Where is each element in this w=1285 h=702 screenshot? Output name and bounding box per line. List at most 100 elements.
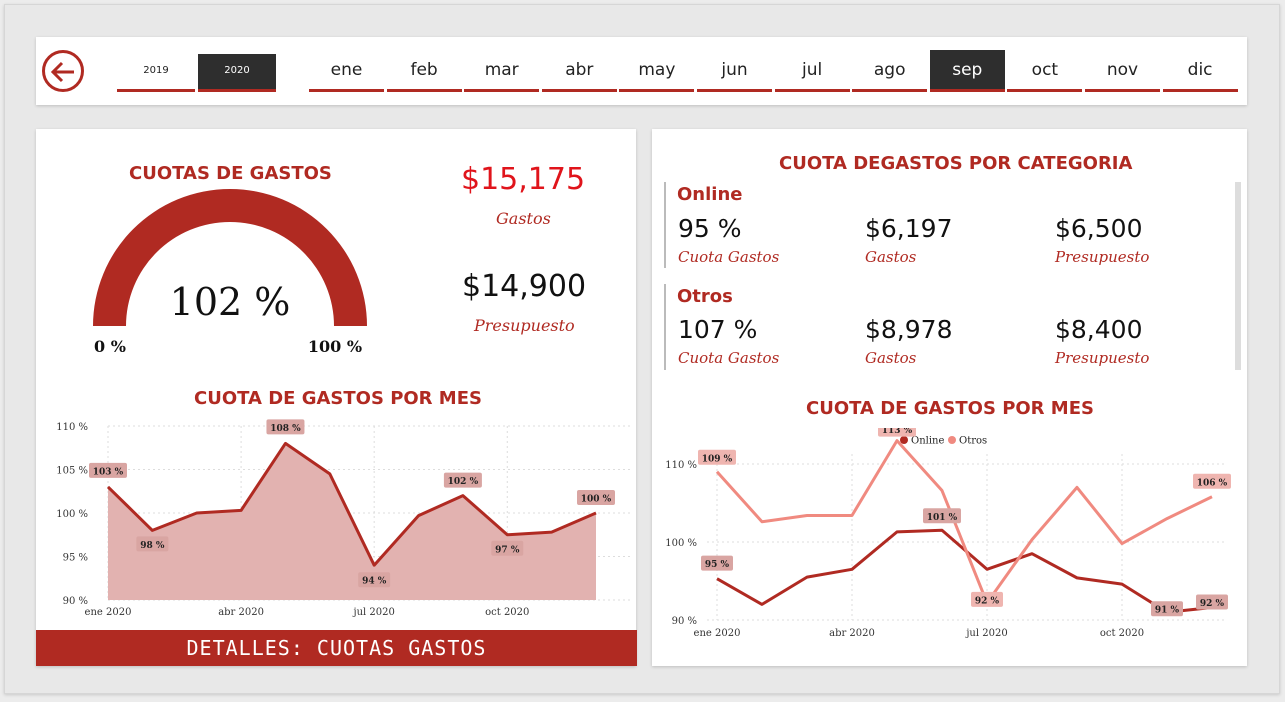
month-underline: [386, 89, 462, 92]
month-button-oct[interactable]: oct: [1007, 50, 1083, 92]
data-label: 92 %: [975, 596, 1000, 606]
otros-cuota-caption: Cuota Gastos: [678, 349, 780, 367]
month-label: sep: [952, 60, 983, 80]
x-tick-label: abr 2020: [829, 628, 875, 639]
legend-marker: [900, 436, 908, 444]
x-tick-label: jul 2020: [352, 607, 394, 618]
online-cuota-caption: Cuota Gastos: [678, 248, 780, 266]
month-label: mar: [484, 60, 519, 80]
x-tick-label: ene 2020: [694, 628, 741, 639]
y-tick-label: 100 %: [665, 538, 697, 549]
otros-presupuesto: $8,400: [1055, 315, 1143, 344]
month-button-dic[interactable]: dic: [1162, 50, 1238, 92]
month-label: abr: [565, 60, 594, 80]
arrow-left-icon: [50, 61, 74, 83]
month-button-ago[interactable]: ago: [852, 50, 928, 92]
month-label: may: [638, 60, 676, 80]
y-tick-label: 100 %: [56, 509, 88, 520]
left-chart-title: CUOTA DE GASTOS POR MES: [194, 388, 482, 409]
otros-gastos-caption: Gastos: [865, 349, 917, 367]
gauge-title: CUOTAS DE GASTOS: [129, 163, 332, 184]
x-tick-label: oct 2020: [485, 607, 529, 618]
x-tick-label: ene 2020: [85, 607, 132, 618]
gastos-caption: Gastos: [496, 209, 551, 228]
month-button-sep[interactable]: sep: [929, 50, 1005, 92]
data-label: 106 %: [1197, 478, 1228, 488]
month-underline: [619, 89, 695, 92]
y-tick-label: 110 %: [665, 460, 697, 471]
y-tick-label: 95 %: [63, 553, 88, 564]
year-underline: [117, 89, 195, 92]
back-button[interactable]: [42, 50, 84, 92]
month-underline: [852, 89, 928, 92]
month-button-may[interactable]: may: [619, 50, 695, 92]
data-label: 98 %: [140, 541, 165, 551]
category-otros-name: Otros: [677, 286, 733, 307]
year-button-2019[interactable]: 2019: [117, 54, 195, 92]
scrollbar[interactable]: [1235, 182, 1241, 370]
gastos-value: $15,175: [461, 162, 586, 197]
month-underline: [929, 89, 1005, 92]
month-label: ago: [873, 60, 906, 80]
year-label: 2020: [224, 65, 250, 76]
month-button-nov[interactable]: nov: [1085, 50, 1160, 92]
data-label: 109 %: [702, 454, 733, 464]
month-label: feb: [410, 60, 438, 80]
online-presupuesto-caption: Presupuesto: [1055, 248, 1150, 266]
otros-presupuesto-caption: Presupuesto: [1055, 349, 1150, 367]
year-label: 2019: [143, 65, 169, 76]
right-chart-title: CUOTA DE GASTOS POR MES: [806, 398, 1094, 419]
series-line-otros: [715, 439, 1213, 605]
presupuesto-caption: Presupuesto: [474, 316, 575, 335]
data-label: 92 %: [1200, 599, 1225, 609]
online-divider: [664, 182, 666, 268]
y-tick-label: 105 %: [56, 466, 88, 477]
year-button-2020[interactable]: 2020: [198, 54, 276, 92]
details-button[interactable]: DETALLES: CUOTAS GASTOS: [36, 630, 637, 666]
presupuesto-value: $14,900: [462, 269, 587, 304]
otros-divider: [664, 284, 666, 370]
data-label: 91 %: [1155, 606, 1180, 616]
month-button-ene[interactable]: ene: [309, 50, 384, 92]
online-gastos-caption: Gastos: [865, 248, 917, 266]
x-tick-label: abr 2020: [218, 607, 264, 618]
month-button-jun[interactable]: jun: [697, 50, 772, 92]
gauge-min-label: 0 %: [94, 337, 126, 356]
month-label: nov: [1106, 60, 1139, 80]
month-label: ene: [330, 60, 363, 80]
online-presupuesto: $6,500: [1055, 214, 1143, 243]
data-label: 100 %: [581, 495, 612, 505]
month-button-feb[interactable]: feb: [386, 50, 462, 92]
month-underline: [774, 89, 850, 92]
x-tick-label: jul 2020: [965, 628, 1007, 639]
data-label: 95 %: [705, 560, 730, 570]
category-quota-line-chart: Online Otros 110 % 100 % 90 %ene 2020 abr 202…: [665, 428, 1231, 639]
legend-label: Online: [911, 436, 944, 447]
month-button-mar[interactable]: mar: [464, 50, 540, 92]
month-underline: [1007, 89, 1083, 92]
data-label: 101 %: [927, 513, 958, 523]
otros-cuota: 107 %: [678, 315, 758, 344]
month-label: jul: [801, 60, 823, 80]
month-underline: [309, 89, 384, 92]
category-online-name: Online: [677, 184, 743, 205]
month-button-jul[interactable]: jul: [774, 50, 850, 92]
y-tick-label: 90 %: [63, 596, 88, 607]
gauge-value: 102 %: [170, 280, 291, 324]
month-button-abr[interactable]: abr: [541, 50, 617, 92]
data-label: 103 %: [93, 467, 124, 477]
month-underline: [541, 89, 617, 92]
month-underline: [464, 89, 540, 92]
month-label: dic: [1187, 60, 1213, 80]
online-cuota: 95 %: [678, 214, 742, 243]
gauge-chart: 102 % 0 % 100 %: [93, 189, 367, 356]
category-title: CUOTA DEGASTOS POR CATEGORIA: [779, 153, 1133, 174]
month-label: oct: [1031, 60, 1059, 80]
x-tick-label: oct 2020: [1100, 628, 1144, 639]
month-underline: [1085, 89, 1160, 92]
data-label: 97 %: [495, 545, 520, 555]
month-label: jun: [721, 60, 748, 80]
month-underline: [1162, 89, 1238, 92]
data-label: 113 %: [882, 428, 913, 436]
series-line-online: [716, 528, 1213, 614]
